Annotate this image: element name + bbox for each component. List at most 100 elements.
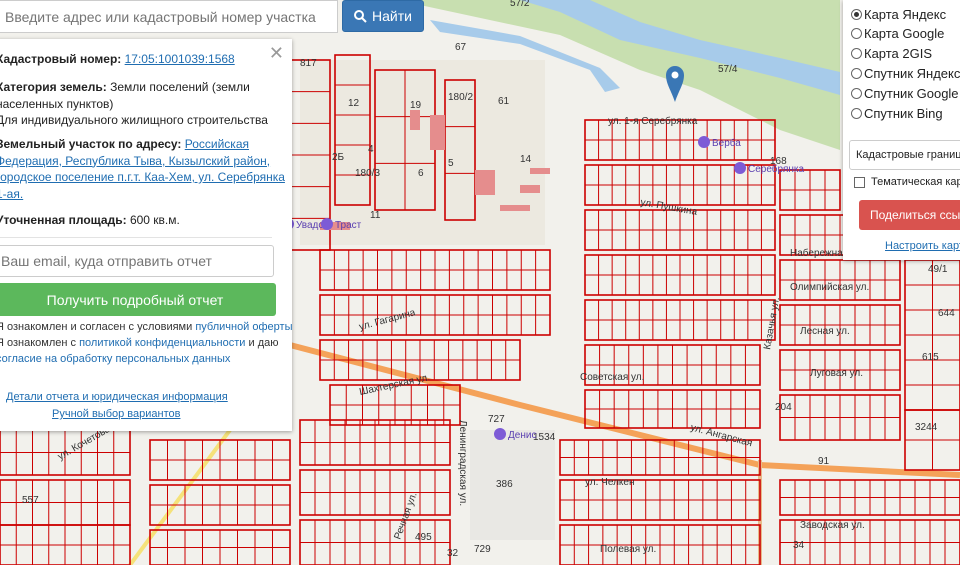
layer-option-yandex-satellite[interactable]: Спутник Яндекс <box>851 66 960 81</box>
parcel-number: 11 <box>370 210 381 221</box>
area-value: 600 кв.м. <box>129 213 180 227</box>
street-label: Ленинградская ул. <box>457 420 468 506</box>
building <box>500 205 530 211</box>
parcel-number: 34 <box>793 540 805 551</box>
parcel-info-panel: ✕ Кадастровый номер: 17:05:1001039:1568 … <box>0 39 293 431</box>
street-label: Луговая ул. <box>810 368 863 379</box>
checkbox-icon[interactable] <box>854 176 865 188</box>
street-label: Полевая ул. <box>600 544 656 555</box>
consent-line: согласие на обработку персональных данны… <box>0 352 230 368</box>
parcel-number: 2Б <box>332 152 345 163</box>
public-offer-link[interactable]: публичной оферты <box>195 321 292 333</box>
parcel-number: 67 <box>455 42 467 53</box>
search-input[interactable] <box>0 1 349 32</box>
thematic-map-label: Тематическая карта <box>871 176 960 188</box>
address-link[interactable]: городское поселение п.г.т. Каа-Хем, ул. … <box>0 170 285 201</box>
parcel-number: 14 <box>520 154 532 165</box>
address-label: Земельный участок по адресу: <box>0 137 182 151</box>
poi-label: Денис <box>508 430 536 441</box>
search-icon <box>354 9 367 23</box>
radio-icon[interactable] <box>851 28 862 39</box>
cadastral-label: Кадастровый номер: <box>0 52 122 66</box>
parcel-number: 180/2 <box>448 92 473 103</box>
map-layers-panel: Карта Яндекс Карта Google Карта 2GIS Спу… <box>843 0 960 260</box>
street-label: ул. 1-я Серебрянка <box>608 115 698 127</box>
consent-line: Я ознакомлен с политикой конфиденциально… <box>0 336 278 352</box>
layer-option-label: Карта 2GIS <box>864 46 933 61</box>
personal-data-link[interactable]: согласие на обработку персональных данны… <box>0 353 230 365</box>
layer-option-label: Спутник Google <box>864 86 959 101</box>
layer-option-label: Спутник Яндекс <box>864 66 960 81</box>
radio-icon[interactable] <box>851 108 862 119</box>
parcel-number: 644 <box>938 308 955 319</box>
layer-option-label: Карта Яндекс <box>864 7 947 22</box>
layer-option-yandex-map[interactable]: Карта Яндекс <box>851 7 946 22</box>
layer-option-2gis-map[interactable]: Карта 2GIS <box>851 46 932 61</box>
parcel-number: 32 <box>447 548 459 559</box>
email-field[interactable] <box>0 245 274 277</box>
layer-option-google-satellite[interactable]: Спутник Google <box>851 86 959 101</box>
street-label: Заводская ул. <box>800 520 865 531</box>
parcel-number: 495 <box>415 532 432 543</box>
cadastral-number-link[interactable]: 17:05:1001039:1568 <box>125 52 235 66</box>
parcel-number: 57/2 <box>510 0 530 9</box>
poi-icon[interactable] <box>494 428 506 440</box>
parcel-number: 729 <box>474 544 491 555</box>
share-link-button[interactable]: Поделиться ссылкой <box>859 200 960 230</box>
search-box[interactable] <box>0 0 349 33</box>
radio-icon[interactable] <box>851 48 862 59</box>
poi-label: Траст <box>335 220 362 231</box>
parcel-number: 4 <box>368 144 374 155</box>
address-link[interactable]: Федерация, Республика Тыва, Кызылский ра… <box>0 154 270 168</box>
consent-text: и даю <box>245 337 279 349</box>
overlay-select[interactable]: Кадастровые границы <box>849 140 960 170</box>
building <box>520 185 540 193</box>
divider <box>0 237 272 238</box>
consent-text: Я ознакомлен и согласен с условиями <box>0 321 196 333</box>
parcel-number: 6 <box>418 168 424 179</box>
parcel-number: 49/1 <box>928 264 948 275</box>
get-report-button[interactable]: Получить подробный отчет <box>0 283 276 316</box>
address-link[interactable]: Российская <box>185 137 249 151</box>
cadastral-row: Кадастровый номер: 17:05:1001039:1568 <box>0 51 286 68</box>
privacy-policy-link[interactable]: политикой конфиденциальности <box>79 337 245 349</box>
layer-option-google-map[interactable]: Карта Google <box>851 26 944 41</box>
parcel-number: 615 <box>922 352 939 363</box>
poi-icon[interactable] <box>734 162 746 174</box>
parcel-number: 557 <box>22 495 39 506</box>
parcel-number: 12 <box>348 98 360 109</box>
street-label: Олимпийская ул. <box>790 282 869 293</box>
street-label: Лесная ул. <box>800 326 850 337</box>
poi-icon[interactable] <box>321 218 333 230</box>
parcel-number: 57/4 <box>718 64 738 75</box>
parcel-number: 727 <box>488 414 505 425</box>
category-value: населенных пунктов) <box>0 96 114 111</box>
parcel-number: 19 <box>410 100 422 111</box>
poi-label: Серебрянка <box>748 163 805 175</box>
poi-icon[interactable] <box>698 136 710 148</box>
radio-icon[interactable] <box>851 88 862 99</box>
parcel-number: 204 <box>775 402 792 413</box>
manual-selection-link[interactable]: Ручной выбор вариантов <box>52 408 180 420</box>
radio-icon[interactable] <box>851 9 862 20</box>
parcel-number: 180/3 <box>355 168 380 179</box>
parcel-number: 3244 <box>915 422 938 433</box>
building <box>430 115 445 150</box>
report-details-link[interactable]: Детали отчета и юридическая информация <box>6 391 228 403</box>
address-row: Земельный участок по адресу: Российская … <box>0 136 286 202</box>
parcel-number: 5 <box>448 158 454 169</box>
search-button[interactable]: Найти <box>342 0 424 32</box>
poi-label: Увадс <box>296 220 323 231</box>
area-row: Уточненная площадь: 600 кв.м. <box>0 212 286 229</box>
poi-label: Верба <box>712 137 741 149</box>
configure-map-link[interactable]: Настроить карту <box>885 240 960 252</box>
radio-icon[interactable] <box>851 68 862 79</box>
area-label: Уточненная площадь: <box>0 213 127 227</box>
layer-option-bing-satellite[interactable]: Спутник Bing <box>851 106 943 121</box>
parcel-number: 386 <box>496 479 513 490</box>
search-button-label: Найти <box>372 8 412 24</box>
building <box>530 168 550 174</box>
layer-option-label: Карта Google <box>864 26 945 41</box>
thematic-map-toggle[interactable]: Тематическая карта <box>854 176 960 188</box>
category-row: Категория земель: Земли поселений (земли… <box>0 79 286 129</box>
